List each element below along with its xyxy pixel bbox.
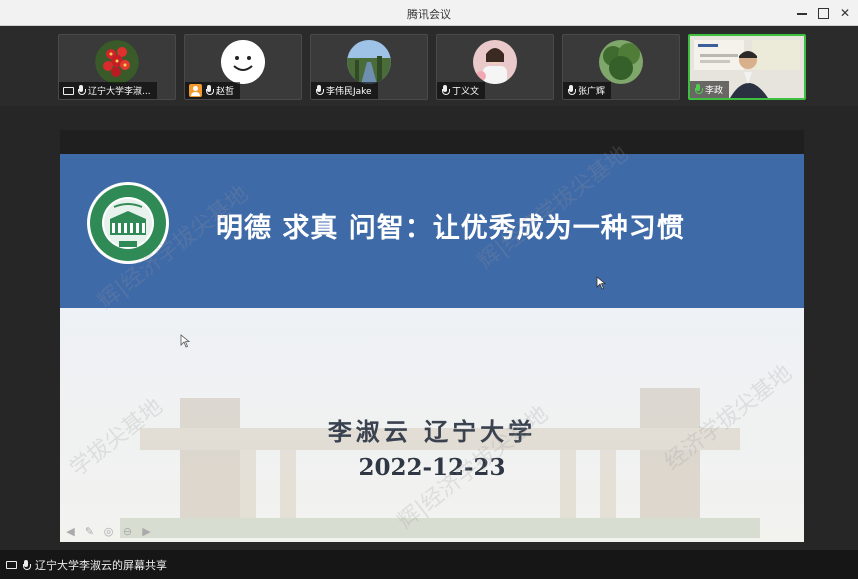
participant-label: 赵哲 bbox=[185, 82, 241, 99]
presentation-date: 2022-12-23 bbox=[358, 454, 506, 481]
avatar bbox=[95, 40, 139, 84]
pen-icon[interactable]: ✎ bbox=[83, 525, 96, 538]
slide-body: 李淑云 辽宁大学 2022-12-23 ◀ ✎ ◎ ⊖ ▶ bbox=[60, 308, 804, 542]
avatar bbox=[599, 40, 643, 84]
screen-share-icon bbox=[6, 561, 17, 569]
slide-title: 明德 求真 问智：让优秀成为一种习惯 bbox=[216, 213, 685, 244]
mouse-cursor-icon bbox=[180, 334, 190, 348]
minimize-button[interactable] bbox=[793, 4, 811, 22]
participant-name: 张广辉 bbox=[578, 87, 606, 97]
screen-share-indicator[interactable]: 辽宁大学李淑云的屏幕共享 bbox=[6, 557, 167, 573]
microphone-icon bbox=[77, 85, 86, 96]
participant-name: 辽宁大学李淑... bbox=[88, 87, 151, 97]
university-logo bbox=[86, 181, 170, 265]
microphone-active-icon bbox=[694, 84, 703, 95]
window-title: 腾讯会议 bbox=[407, 8, 451, 21]
previous-slide-icon[interactable]: ◀ bbox=[64, 525, 77, 538]
participant-name: 丁义文 bbox=[452, 87, 480, 97]
screen-share-icon bbox=[63, 86, 74, 95]
close-button[interactable]: ✕ bbox=[836, 4, 854, 22]
participant-name: 李政 bbox=[705, 86, 724, 96]
avatar bbox=[473, 40, 517, 84]
zoom-icon[interactable]: ◎ bbox=[102, 525, 115, 538]
participant-label: 张广辉 bbox=[563, 82, 612, 99]
avatar bbox=[347, 40, 391, 84]
slide-header: 明德 求真 问智：让优秀成为一种习惯 bbox=[60, 154, 804, 308]
presentation-slide: 明德 求真 问智：让优秀成为一种习惯 李淑云 辽宁大学 2022-12-23 ◀ bbox=[60, 130, 804, 542]
microphone-icon bbox=[441, 85, 450, 96]
slide-toolbar: ◀ ✎ ◎ ⊖ ▶ bbox=[64, 525, 153, 538]
status-bar: 辽宁大学李淑云的屏幕共享 bbox=[0, 550, 858, 579]
microphone-icon bbox=[567, 85, 576, 96]
microphone-icon bbox=[22, 559, 31, 571]
slide-top-bar bbox=[60, 130, 804, 154]
microphone-icon bbox=[315, 85, 324, 96]
next-slide-icon[interactable]: ▶ bbox=[140, 525, 153, 538]
participant-label: 丁义文 bbox=[437, 82, 486, 99]
participant-tile[interactable]: 李伟民Jake bbox=[310, 34, 428, 100]
participant-tile[interactable]: 丁义文 bbox=[436, 34, 554, 100]
participant-label: 李政 bbox=[690, 81, 730, 98]
mouse-cursor-icon bbox=[596, 276, 606, 290]
user-icon bbox=[189, 84, 202, 97]
maximize-button[interactable] bbox=[814, 4, 832, 22]
more-icon[interactable]: ⊖ bbox=[121, 525, 134, 538]
participant-strip: 辽宁大学李淑... 赵哲 李伟民Jake 丁义文 张广辉 李政 bbox=[0, 26, 858, 106]
participant-tile[interactable]: 赵哲 bbox=[184, 34, 302, 100]
shared-screen-area[interactable]: 明德 求真 问智：让优秀成为一种习惯 李淑云 辽宁大学 2022-12-23 ◀ bbox=[0, 106, 858, 550]
participant-name: 李伟民Jake bbox=[326, 87, 372, 97]
participant-label: 李伟民Jake bbox=[311, 82, 378, 99]
screen-share-label: 辽宁大学李淑云的屏幕共享 bbox=[35, 559, 167, 572]
participant-tile[interactable]: 张广辉 bbox=[562, 34, 680, 100]
participant-name: 赵哲 bbox=[216, 87, 235, 97]
participant-tile-active[interactable]: 李政 bbox=[688, 34, 806, 100]
title-bar: 腾讯会议 ✕ bbox=[0, 0, 858, 26]
microphone-icon bbox=[205, 85, 214, 96]
participant-tile[interactable]: 辽宁大学李淑... bbox=[58, 34, 176, 100]
participant-label: 辽宁大学李淑... bbox=[59, 82, 157, 99]
presenter-line: 李淑云 辽宁大学 bbox=[327, 417, 537, 446]
avatar bbox=[221, 40, 265, 84]
